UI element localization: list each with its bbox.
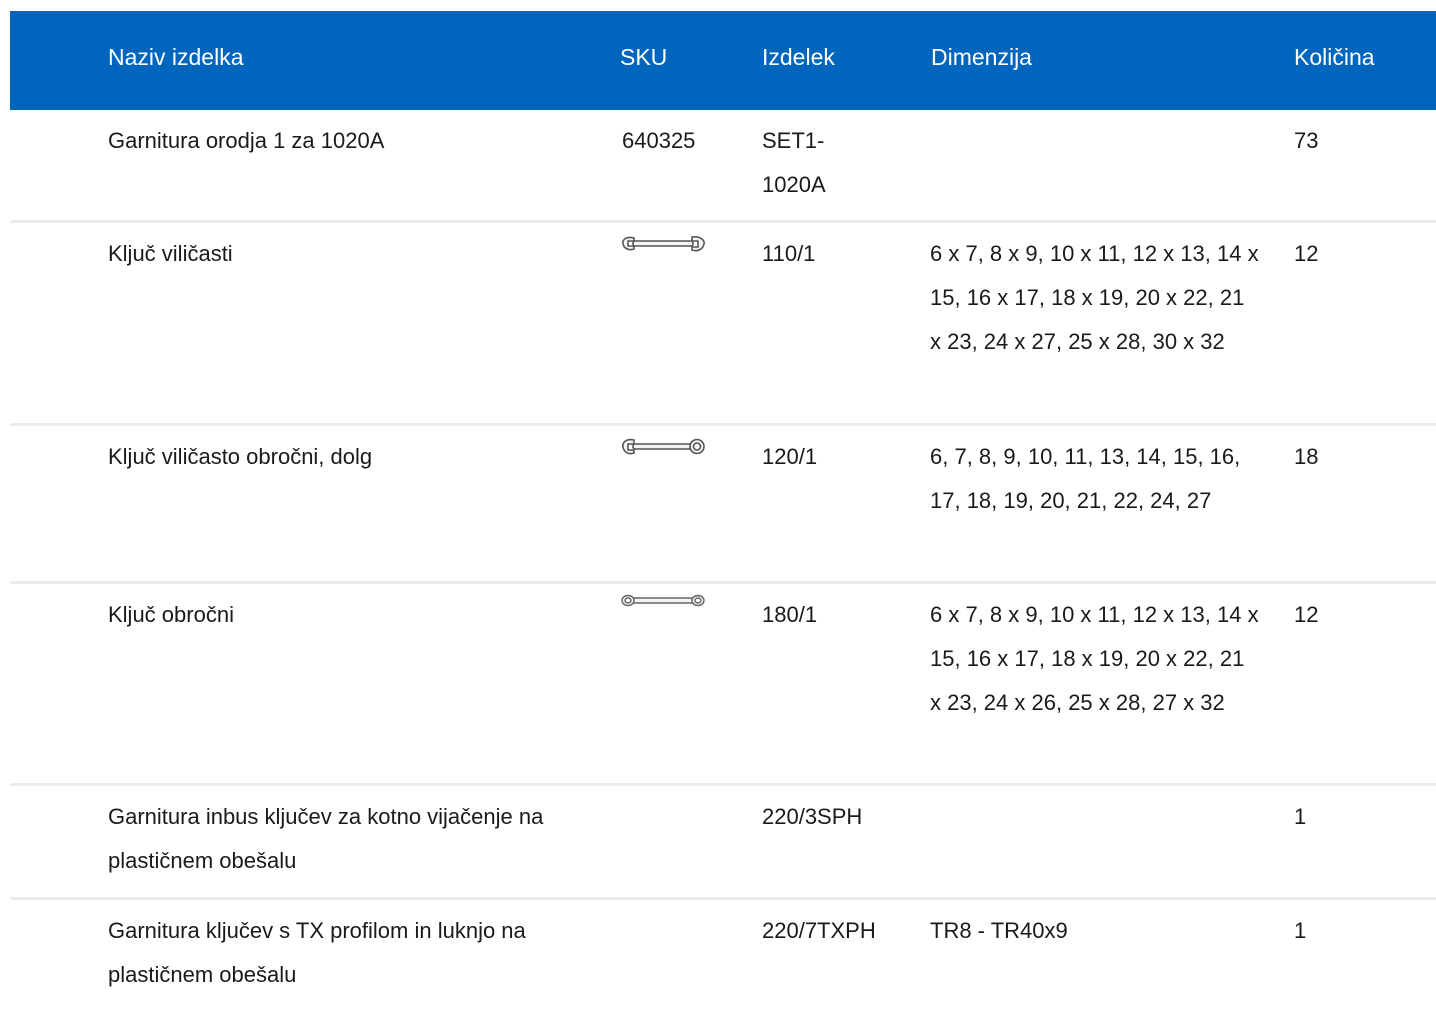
header-quantity[interactable]: Količina (1294, 43, 1375, 71)
header-dimension[interactable]: Dimenzija (931, 43, 1032, 71)
product-name[interactable]: Garnitura orodja 1 za 1020A (108, 119, 578, 163)
table-row[interactable]: Ključ viličasti 110/1 6 x 7, 8 x 9, 10 x… (10, 223, 1436, 426)
product-dimension: 6, 7, 8, 9, 10, 11, 13, 14, 15, 16, 17, … (930, 444, 1241, 513)
table-row[interactable]: Garnitura orodja 1 za 1020A 640325 SET1-… (10, 110, 1436, 223)
product-quantity: 18 (1294, 444, 1319, 469)
table-header: Naziv izdelka SKU Izdelek Dimenzija Koli… (10, 11, 1436, 110)
product-dimension: 6 x 7, 8 x 9, 10 x 11, 12 x 13, 14 x 15,… (930, 241, 1259, 354)
product-sku: 640325 (622, 128, 696, 153)
table-row[interactable]: Ključ obročni 180/1 6 x 7, 8 x 9, 10 x 1… (10, 584, 1436, 786)
product-item-code: 110/1 (762, 241, 816, 266)
product-item-code: 220/7TXPH (762, 918, 876, 943)
table-row[interactable]: Garnitura inbus ključev za kotno vijačen… (10, 786, 1436, 900)
header-sku[interactable]: SKU (620, 43, 667, 71)
table-row[interactable]: Garnitura ključev s TX profilom in luknj… (10, 900, 1436, 1010)
product-name[interactable]: Ključ viličasti (108, 232, 578, 276)
product-item-code: 120/1 (762, 444, 818, 469)
product-quantity: 1 (1294, 804, 1307, 829)
header-name[interactable]: Naziv izdelka (108, 43, 244, 71)
ring-wrench-icon (620, 590, 706, 612)
product-quantity: 12 (1294, 602, 1319, 627)
product-quantity: 73 (1294, 128, 1319, 153)
product-item-code: 220/3SPH (762, 804, 863, 829)
product-dimension: 6 x 7, 8 x 9, 10 x 11, 12 x 13, 14 x 15,… (930, 602, 1259, 715)
product-name[interactable]: Garnitura ključev s TX profilom in luknj… (108, 909, 578, 997)
header-item[interactable]: Izdelek (762, 43, 835, 71)
combination-wrench-icon (620, 436, 706, 458)
product-item-code: 180/1 (762, 602, 818, 627)
open-end-wrench-icon (620, 233, 706, 255)
product-name[interactable]: Ključ obročni (108, 593, 578, 637)
product-name[interactable]: Ključ viličasto obročni, dolg (108, 435, 578, 479)
product-dimension: TR8 - TR40x9 (930, 918, 1068, 943)
product-quantity: 1 (1294, 918, 1307, 943)
table-row[interactable]: Ključ viličasto obročni, dolg 120/1 6, 7… (10, 426, 1436, 584)
product-quantity: 12 (1294, 241, 1319, 266)
product-name[interactable]: Garnitura inbus ključev za kotno vijačen… (108, 795, 578, 883)
product-item-code: SET1- 1020A (762, 128, 826, 197)
product-table: Naziv izdelka SKU Izdelek Dimenzija Koli… (10, 11, 1436, 1010)
